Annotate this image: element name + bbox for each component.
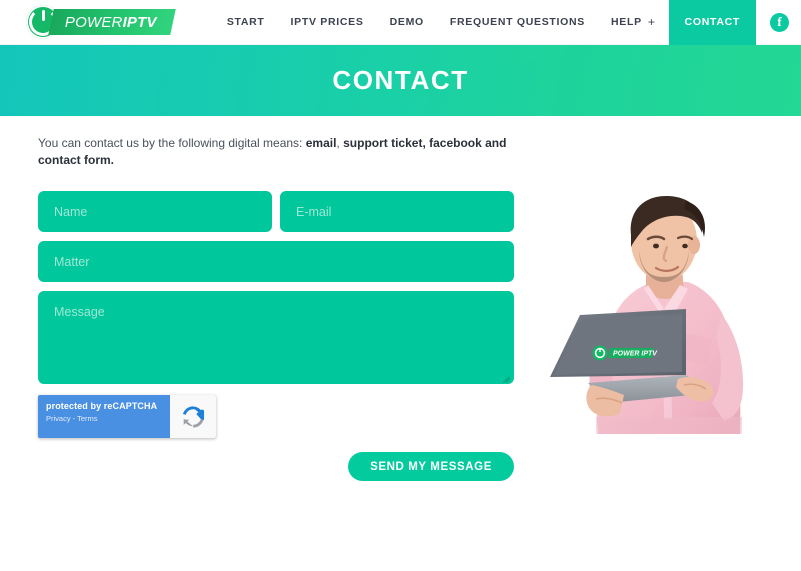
nav-label: CONTACT [684,16,740,28]
illustration-man-with-laptop: POWER IPTV [536,189,771,434]
site-logo[interactable]: POWERIPTV [26,4,176,40]
nav-label: HELP [611,16,642,28]
page-title: CONTACT [332,65,469,95]
site-header: POWERIPTV START IPTV PRICES DEMO FREQUEN… [0,0,801,45]
main-content: You can contact us by the following digi… [0,135,801,481]
nav-social: f [756,0,801,45]
matter-input[interactable] [38,241,514,282]
nav-label: START [226,16,265,28]
recaptcha-logo-icon [170,395,216,438]
nav-label: DEMO [389,16,424,28]
nav-item-iptv-prices[interactable]: IPTV PRICES [278,0,377,45]
logo-text: POWERIPTV [65,14,157,31]
page-banner: CONTACT [0,45,801,116]
nav-item-start[interactable]: START [214,0,278,45]
nav-item-frequent-questions[interactable]: FREQUENT QUESTIONS [437,0,598,45]
facebook-glyph: f [777,14,782,29]
nav-label: FREQUENT QUESTIONS [449,16,586,28]
send-message-button[interactable]: SEND MY MESSAGE [348,452,514,481]
message-textarea[interactable] [38,291,514,384]
nav-item-help[interactable]: HELP + [598,0,669,45]
facebook-icon[interactable]: f [770,12,789,32]
logo-word-power: POWER [65,13,123,31]
form-row-name-email [38,191,514,232]
email-input[interactable] [280,191,514,232]
intro-text: You can contact us by the following digi… [38,135,508,169]
recaptcha-links[interactable]: Privacy - Terms [46,414,170,423]
recaptcha-title: protected by reCAPTCHA [46,401,158,411]
contact-page: POWERIPTV START IPTV PRICES DEMO FREQUEN… [0,0,801,571]
nav-item-contact[interactable]: CONTACT [668,0,756,45]
recaptcha-text-block: protected by reCAPTCHA Privacy - Terms [38,395,170,438]
content-row: POWER IPTV Name E-mail Matter Message pr… [0,191,801,481]
intro-separator: , [336,136,340,150]
intro-bold-email: email [305,136,337,150]
intro-lead: You can contact us by the following digi… [38,136,303,150]
logo-banner: POWERIPTV [48,9,176,35]
svg-text:POWER IPTV: POWER IPTV [613,351,658,358]
submit-row: SEND MY MESSAGE [38,452,514,481]
expand-plus-icon: + [647,15,656,29]
nav-item-demo[interactable]: DEMO [377,0,437,45]
main-nav: START IPTV PRICES DEMO FREQUENT QUESTION… [214,0,801,45]
nav-label: IPTV PRICES [290,16,364,28]
contact-form: protected by reCAPTCHA Privacy - Terms [38,191,514,438]
logo-word-iptv: IPTV [122,13,157,31]
form-row-matter [38,241,514,282]
recaptcha-badge[interactable]: protected by reCAPTCHA Privacy - Terms [38,395,216,438]
form-row-message [38,291,514,384]
name-input[interactable] [38,191,272,232]
